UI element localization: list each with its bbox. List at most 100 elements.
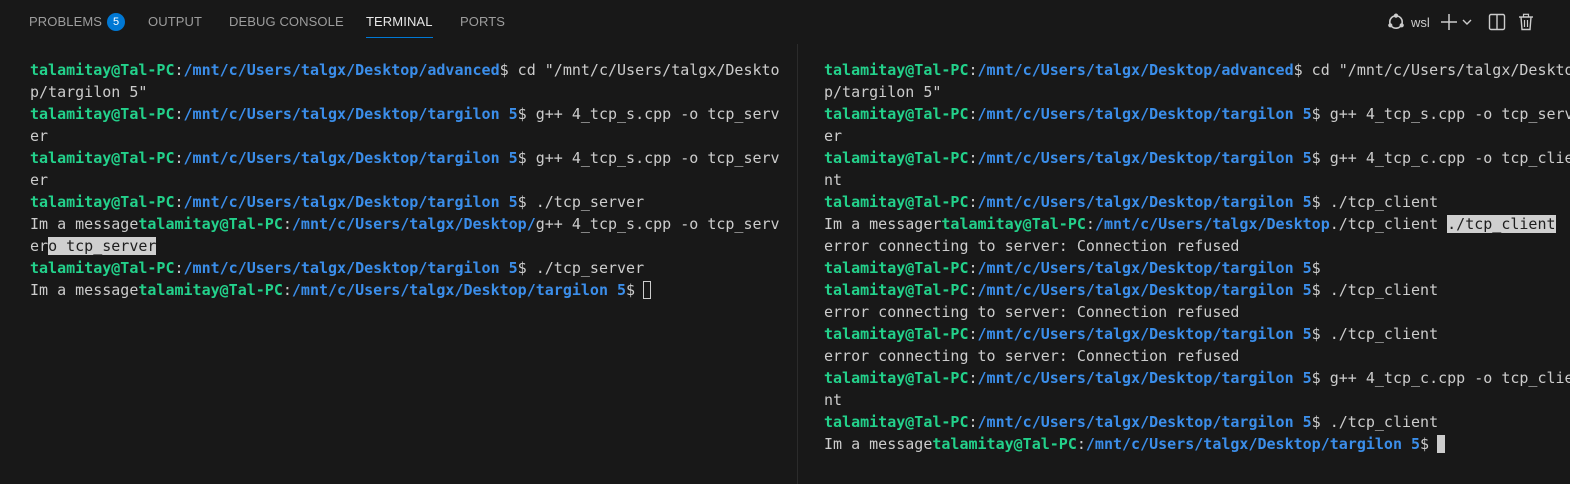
terminal-text: $ g++ 4_tcp_c.cpp -o tcp_clie [1311,149,1570,167]
terminal-text: : [968,193,978,211]
terminal-text: $ g++ 4_tcp_c.cpp -o tcp_clie [1311,369,1570,387]
terminal-text: er [30,171,49,189]
terminal-text: nt [824,171,843,189]
selected-text: o tcp_server [48,237,157,255]
terminal-text: $ [626,281,636,299]
selected-text: ./tcp_client [1447,215,1556,233]
prompt-user: talamitay@Tal-PC [824,259,969,277]
terminal-text: Im a message [30,215,139,233]
terminal-text: : [968,105,978,123]
prompt-user: talamitay@Tal-PC [824,369,969,387]
prompt-user: talamitay@Tal-PC [824,193,969,211]
tab-output-label: OUTPUT [148,14,203,29]
prompt-path: /mnt/c/Users/talgx/Desktop/targilon 5 [977,193,1312,211]
prompt-path: /mnt/c/Users/talgx/Desktop/targilon 5 [291,281,627,299]
terminal-line: nt [824,389,1570,411]
terminal-text: ./tcp_client [1329,215,1448,233]
terminal-output: talamitay@Tal-PC:/mnt/c/Users/talgx/Desk… [824,59,1570,455]
prompt-path: /mnt/c/Users/talgx/Desktop/targilon 5 [977,325,1312,343]
terminal-text: error connecting to server: Connection r… [824,347,1240,365]
terminal-text: : [282,281,292,299]
tab-ports[interactable]: PORTS [460,0,505,44]
panel-tab-bar: PROBLEMS 5 OUTPUT DEBUG CONSOLE TERMINAL … [0,0,1570,44]
terminal-text: p/targilon 5" [30,83,148,101]
tab-terminal[interactable]: TERMINAL [366,0,433,44]
chevron-down-icon[interactable] [1461,12,1473,32]
prompt-path: /mnt/c/Users/talgx/Desktop/targilon 5 [977,281,1312,299]
terminal-text: $ ./tcp_server [517,193,645,211]
terminal-text: : [968,61,978,79]
terminal-text: : [174,61,184,79]
trash-icon[interactable] [1516,12,1536,32]
tab-output[interactable]: OUTPUT [148,0,202,44]
tab-debug-console[interactable]: DEBUG CONSOLE [229,0,344,44]
prompt-user: talamitay@Tal-PC [824,61,969,79]
terminal-line: talamitay@Tal-PC:/mnt/c/Users/talgx/Desk… [824,103,1570,125]
terminal-line: error connecting to server: Connection r… [824,345,1570,367]
prompt-user: talamitay@Tal-PC [30,193,175,211]
terminal-cursor [643,281,652,299]
terminal-output: talamitay@Tal-PC:/mnt/c/Users/talgx/Desk… [30,59,780,301]
terminal-text: $ cd "/mnt/c/Users/talgx/Deskto [1293,61,1570,79]
terminal-line: talamitay@Tal-PC:/mnt/c/Users/talgx/Desk… [30,59,780,81]
terminal-text: nt [824,391,843,409]
terminal-pane-right[interactable]: talamitay@Tal-PC:/mnt/c/Users/talgx/Desk… [799,44,1570,484]
terminal-text: $ g++ 4_tcp_s.cpp -o tcp_serv [1311,105,1570,123]
terminal-line: talamitay@Tal-PC:/mnt/c/Users/talgx/Desk… [824,367,1570,389]
terminal-text: $ g++ 4_tcp_s.cpp -o tcp_serv [517,149,780,167]
terminal-text: : [968,369,978,387]
prompt-path: /mnt/c/Users/talgx/Desktop/targilon 5 [183,193,518,211]
terminal-line: nt [824,169,1570,191]
terminal-line: talamitay@Tal-PC:/mnt/c/Users/talgx/Desk… [30,257,780,279]
prompt-user: talamitay@Tal-PC [30,105,175,123]
terminal-text: $ ./tcp_client [1311,193,1439,211]
prompt-path: /mnt/c/Users/talgx/Desktop/targilon 5 [977,413,1312,431]
prompt-user: talamitay@Tal-PC [30,61,175,79]
pane-divider[interactable] [797,44,798,484]
prompt-path: /mnt/c/Users/talgx/Desktop/targilon 5 [977,259,1312,277]
terminal-line: talamitay@Tal-PC:/mnt/c/Users/talgx/Desk… [30,103,780,125]
terminal-text: g++ 4_tcp_s.cpp -o tcp_serv [535,215,780,233]
tab-problems[interactable]: PROBLEMS 5 [29,0,126,44]
plus-icon[interactable] [1439,12,1459,32]
terminal-line: talamitay@Tal-PC:/mnt/c/Users/talgx/Desk… [824,191,1570,213]
terminal-profile-label[interactable]: wsl [1411,0,1430,44]
terminal-text: : [174,149,184,167]
terminal-text: : [1076,435,1086,453]
terminal-text: $ ./tcp_client [1311,325,1439,343]
terminal-text: : [1085,215,1095,233]
prompt-user: talamitay@Tal-PC [30,259,175,277]
terminal-text: $ ./tcp_client [1311,281,1439,299]
terminal-line: er [30,125,780,147]
terminal-text: $ g++ 4_tcp_s.cpp -o tcp_serv [517,105,780,123]
terminal-text: er [824,127,843,145]
terminal-line: talamitay@Tal-PC:/mnt/c/Users/talgx/Desk… [824,279,1570,301]
prompt-user: talamitay@Tal-PC [824,325,969,343]
prompt-user: talamitay@Tal-PC [824,281,969,299]
terminal-line: talamitay@Tal-PC:/mnt/c/Users/talgx/Desk… [30,147,780,169]
terminal-text: p/targilon 5" [824,83,942,101]
prompt-path: /mnt/c/Users/talgx/Desktop/targilon 5 [183,259,518,277]
terminal-line: talamitay@Tal-PC:/mnt/c/Users/talgx/Desk… [824,411,1570,433]
terminal-line: Im a messagetalamitay@Tal-PC:/mnt/c/User… [30,213,780,235]
terminal-text: : [968,259,978,277]
prompt-path: /mnt/c/Users/talgx/Desktop/targilon 5 [977,369,1312,387]
prompt-path: /mnt/c/Users/talgx/Desktop/targilon 5 [183,149,518,167]
terminal-line: Im a messagetalamitay@Tal-PC:/mnt/c/User… [30,279,780,301]
terminal-text: er [30,127,49,145]
terminal-text: Im a message [824,435,933,453]
terminal-pane-left[interactable]: talamitay@Tal-PC:/mnt/c/Users/talgx/Desk… [0,44,797,484]
prompt-path: /mnt/c/Users/talgx/Desktop/targilon 5 [1085,435,1421,453]
prompt-path: /mnt/c/Users/talgx/Desktop/advanced [977,61,1294,79]
prompt-user: talamitay@Tal-PC [138,281,283,299]
terminal-text: $ cd "/mnt/c/Users/talgx/Deskto [499,61,780,79]
prompt-user: talamitay@Tal-PC [941,215,1086,233]
tab-debug-console-label: DEBUG CONSOLE [229,14,344,29]
tab-terminal-label: TERMINAL [366,14,433,29]
terminal-text: $ [1420,435,1430,453]
terminal-line: ero tcp_server [30,235,780,257]
terminal-line: talamitay@Tal-PC:/mnt/c/Users/talgx/Desk… [824,257,1570,279]
linux-icon[interactable] [1386,12,1406,32]
terminal-text: : [968,281,978,299]
split-icon[interactable] [1487,12,1507,32]
